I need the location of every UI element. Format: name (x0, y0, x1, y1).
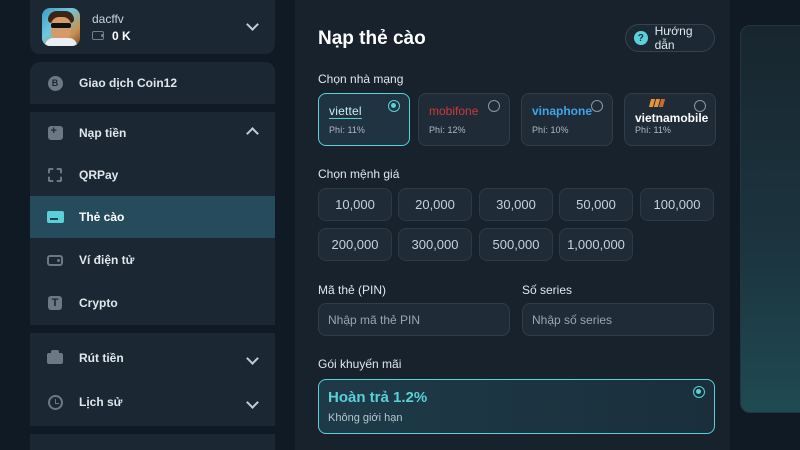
sidebar-item-deposit[interactable]: + Nạp tiền (30, 112, 275, 154)
right-panel (740, 25, 800, 413)
divider (30, 104, 275, 112)
vietnamobile-logo: vietnamobile (635, 111, 709, 125)
sidebar-item-label: Lịch sử (79, 395, 123, 409)
divider (30, 426, 275, 434)
guide-button[interactable]: ? Hướng dẫn (625, 24, 715, 52)
crypto-icon: T (48, 296, 62, 310)
mobifone-logo: mobifone (429, 104, 479, 118)
denomination-option[interactable]: 200,000 (318, 228, 392, 261)
card-icon (46, 211, 64, 223)
carrier-fee: Phí: 10% (532, 125, 569, 135)
main-panel: Nạp thẻ cào ? Hướng dẫn Chọn nhà mạng vi… (295, 0, 730, 450)
serial-input[interactable] (522, 303, 714, 336)
chevron-down-icon[interactable] (246, 395, 259, 409)
page-title: Nạp thẻ cào (318, 28, 426, 49)
wallet-icon (92, 31, 104, 40)
denomination-option[interactable]: 1,000,000 (559, 228, 633, 261)
denomination-option[interactable]: 100,000 (640, 188, 714, 221)
user-card[interactable]: dacffv 0 K (30, 0, 275, 54)
promo-subtitle: Không giới hạn (328, 412, 403, 424)
guide-label: Hướng dẫn (654, 24, 693, 52)
sidebar-item-label: Thẻ cào (79, 210, 125, 224)
sidebar-item-e-wallet[interactable]: Ví điện tử (30, 239, 275, 281)
radio-selected-icon[interactable] (388, 100, 400, 112)
withdraw-icon (47, 349, 63, 364)
denomination-option[interactable]: 10,000 (318, 188, 392, 221)
radio-icon[interactable] (694, 100, 706, 112)
sidebar-item-history[interactable]: Lịch sử (30, 381, 275, 423)
promo-label: Gói khuyến mãi (318, 357, 402, 371)
carrier-viettel[interactable]: viettel Phí: 11% (318, 93, 410, 146)
carrier-label: Chọn nhà mạng (318, 72, 404, 86)
help-icon: ? (634, 31, 648, 45)
chevron-down-icon[interactable] (246, 17, 259, 31)
sidebar-item-withdraw[interactable]: Rút tiền (30, 337, 275, 379)
sidebar-item-label: Giao dịch Coin12 (79, 76, 178, 90)
sidebar-item-the-cao[interactable]: Thẻ cào (30, 196, 275, 238)
promo-title: Hoàn trả 1.2% (328, 389, 428, 406)
carrier-mobifone[interactable]: mobifone Phí: 12% (418, 93, 510, 146)
viettel-logo: viettel (329, 104, 362, 119)
denomination-option[interactable]: 50,000 (559, 188, 633, 221)
carrier-fee: Phí: 11% (329, 125, 365, 135)
pin-input[interactable] (318, 303, 510, 336)
sidebar-item-label: QRPay (79, 168, 119, 182)
coin-icon: B (47, 75, 63, 91)
sidebar-item-label: Ví điện tử (79, 253, 135, 267)
sidebar-item-coin12[interactable]: B Giao dịch Coin12 (30, 62, 275, 104)
sidebar-item-label: Crypto (79, 296, 118, 310)
sidebar-item-qrpay[interactable]: QRPay (30, 154, 275, 196)
radio-icon[interactable] (488, 100, 500, 112)
carrier-fee: Phí: 11% (635, 125, 671, 135)
denomination-label: Chọn mệnh giá (318, 167, 400, 181)
balance-value: 0 K (112, 28, 131, 43)
vinaphone-logo: vinaphone (532, 104, 593, 118)
avatar (42, 8, 80, 46)
qr-icon (48, 168, 62, 182)
denomination-option[interactable]: 500,000 (479, 228, 553, 261)
carrier-vietnamobile[interactable]: vietnamobile Phí: 11% (624, 93, 716, 146)
vietnamobile-mark-icon (648, 99, 666, 107)
divider (30, 325, 275, 333)
carrier-vinaphone[interactable]: vinaphone Phí: 10% (521, 93, 613, 146)
chevron-up-icon[interactable] (246, 126, 259, 140)
promo-option[interactable]: Hoàn trả 1.2% Không giới hạn (318, 379, 715, 434)
radio-icon[interactable] (591, 100, 603, 112)
sidebar-item-label: Nạp tiền (79, 126, 127, 140)
denomination-option[interactable]: 30,000 (479, 188, 553, 221)
deposit-icon: + (47, 125, 63, 140)
chevron-down-icon[interactable] (246, 351, 259, 365)
wallet-icon (47, 254, 63, 266)
user-info: dacffv 0 K (92, 12, 248, 43)
pin-label: Mã thẻ (PIN) (318, 283, 387, 297)
sidebar: B Giao dịch Coin12 + Nạp tiền QRPay Thẻ … (30, 62, 275, 450)
sidebar-item-crypto[interactable]: T Crypto (30, 282, 275, 324)
sidebar-item-label: Rút tiền (79, 351, 124, 365)
denomination-option[interactable]: 20,000 (398, 188, 472, 221)
carrier-fee: Phí: 12% (429, 125, 466, 135)
radio-selected-icon[interactable] (693, 386, 705, 398)
username: dacffv (92, 11, 124, 26)
history-icon (47, 394, 63, 410)
denomination-option[interactable]: 300,000 (398, 228, 472, 261)
serial-label: Số series (522, 283, 573, 297)
balance: 0 K (92, 29, 248, 43)
